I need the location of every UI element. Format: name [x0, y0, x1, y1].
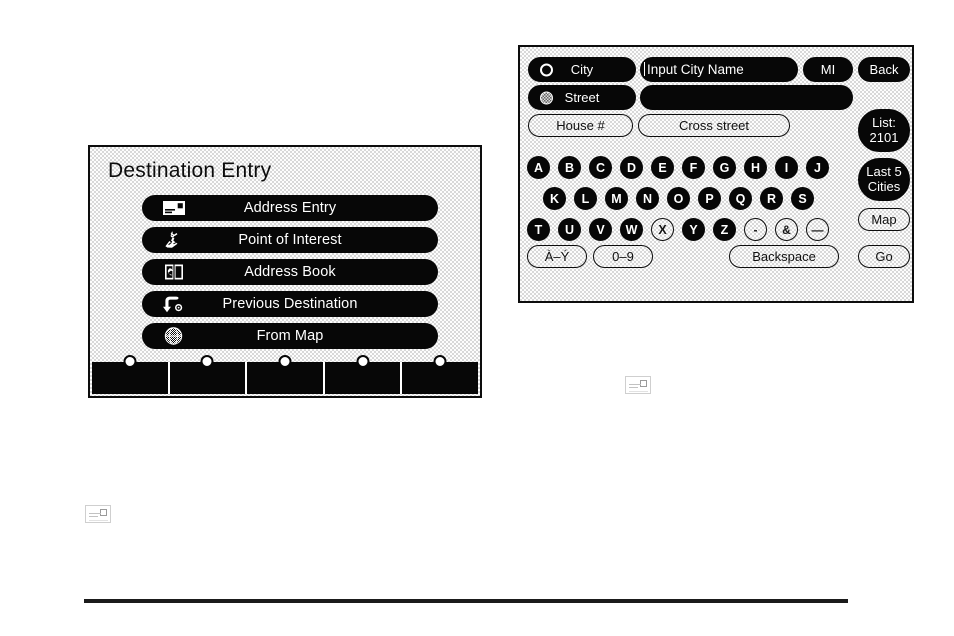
page-title: Destination Entry — [108, 159, 272, 182]
destination-entry-screen: Destination Entry Address Entry Point of… — [88, 145, 482, 398]
key-r[interactable]: R — [760, 187, 783, 210]
backspace-label: Backspace — [752, 248, 816, 264]
footer-divider — [84, 599, 848, 603]
hard-key-knob-icon — [433, 355, 447, 368]
city-selector-button[interactable]: City — [528, 57, 636, 82]
key-i[interactable]: I — [775, 156, 798, 179]
statue-of-liberty-icon — [162, 230, 186, 250]
globe-icon — [162, 326, 186, 346]
backspace-button[interactable]: Backspace — [729, 245, 839, 268]
key-ampersand[interactable]: & — [775, 218, 798, 241]
envelope-stamp-icon — [640, 379, 647, 387]
key-j[interactable]: J — [806, 156, 829, 179]
key-d[interactable]: D — [620, 156, 643, 179]
key-v[interactable]: V — [589, 218, 612, 241]
city-name-input[interactable]: Input City Name — [640, 57, 798, 82]
hard-key-3[interactable] — [247, 355, 325, 394]
go-button[interactable]: Go — [858, 245, 910, 268]
envelope-stamp-icon — [100, 508, 107, 516]
key-hyphen[interactable]: - — [744, 218, 767, 241]
list-count-button[interactable]: List: 2101 — [858, 109, 910, 152]
hard-key-knob-icon — [356, 355, 370, 368]
list-count: 2101 — [869, 129, 899, 145]
last-5-line2: Cities — [867, 178, 901, 194]
numeric-button[interactable]: 0–9 — [593, 245, 653, 268]
street-selector-button[interactable]: Street — [528, 85, 636, 110]
text-caret — [644, 61, 645, 76]
city-entry-keyboard-screen: City Input City Name MI Back Street Hous… — [518, 45, 914, 303]
key-p[interactable]: P — [698, 187, 721, 210]
map-label: Map — [871, 211, 897, 227]
hard-key-knob-icon — [278, 355, 292, 368]
last-5-line1: Last 5 — [866, 163, 902, 179]
envelope-marker-left-icon — [85, 505, 111, 523]
last-5-cities-button[interactable]: Last 5 Cities — [858, 158, 910, 201]
key-k[interactable]: K — [543, 187, 566, 210]
key-t[interactable]: T — [527, 218, 550, 241]
hard-key-bar — [92, 355, 478, 394]
cross-street-button[interactable]: Cross street — [638, 114, 790, 137]
city-selector-label: City — [570, 61, 594, 77]
key-c[interactable]: C — [589, 156, 612, 179]
key-s[interactable]: S — [791, 187, 814, 210]
go-label: Go — [875, 248, 893, 264]
menu-item-from-map[interactable]: From Map — [142, 323, 438, 349]
menu-item-label: Previous Destination — [222, 296, 358, 312]
cross-street-label: Cross street — [678, 117, 750, 133]
back-button[interactable]: Back — [858, 57, 910, 82]
menu-item-address-entry[interactable]: Address Entry — [142, 195, 438, 221]
key-x[interactable]: X — [651, 218, 674, 241]
radio-selected-icon — [540, 91, 553, 104]
accent-characters-button[interactable]: À–Ý — [527, 245, 587, 268]
key-f[interactable]: F — [682, 156, 705, 179]
envelope-card-icon — [162, 198, 186, 218]
hard-key-knob-icon — [200, 355, 214, 368]
key-m[interactable]: M — [605, 187, 628, 210]
menu-item-label: Address Entry — [243, 200, 337, 216]
list-label: List: — [872, 114, 896, 130]
street-selector-label: Street — [564, 89, 600, 105]
menu-item-point-of-interest[interactable]: Point of Interest — [142, 227, 438, 253]
map-button[interactable]: Map — [858, 208, 910, 231]
street-name-input[interactable] — [640, 85, 853, 110]
accent-label: À–Ý — [544, 248, 570, 264]
key-space-dash[interactable]: — — [806, 218, 829, 241]
hard-key-knob-icon — [123, 355, 137, 368]
hard-key-2[interactable] — [170, 355, 248, 394]
back-label: Back — [869, 61, 899, 77]
key-o[interactable]: O — [667, 187, 690, 210]
house-number-label: House # — [556, 117, 605, 133]
hard-key-4[interactable] — [325, 355, 403, 394]
destination-menu-list: Address Entry Point of Interest Address … — [142, 195, 438, 349]
menu-item-label: Address Book — [244, 264, 336, 280]
key-n[interactable]: N — [636, 187, 659, 210]
key-z[interactable]: Z — [713, 218, 736, 241]
city-name-value: Input City Name — [647, 61, 744, 77]
key-w[interactable]: W — [620, 218, 643, 241]
radio-unselected-icon — [540, 63, 553, 76]
house-number-button[interactable]: House # — [528, 114, 633, 137]
menu-item-label: From Map — [256, 328, 324, 344]
key-g[interactable]: G — [713, 156, 736, 179]
menu-item-address-book[interactable]: Address Book — [142, 259, 438, 285]
key-u[interactable]: U — [558, 218, 581, 241]
key-h[interactable]: H — [744, 156, 767, 179]
return-arrow-icon — [162, 294, 186, 314]
key-q[interactable]: Q — [729, 187, 752, 210]
key-a[interactable]: A — [527, 156, 550, 179]
key-b[interactable]: B — [558, 156, 581, 179]
state-button[interactable]: MI — [803, 57, 853, 82]
menu-item-label: Point of Interest — [238, 232, 342, 248]
envelope-marker-center-icon — [625, 376, 651, 394]
hard-key-1[interactable] — [92, 355, 170, 394]
menu-item-previous-destination[interactable]: Previous Destination — [142, 291, 438, 317]
key-l[interactable]: L — [574, 187, 597, 210]
numeric-label: 0–9 — [612, 248, 634, 264]
open-book-icon — [162, 262, 186, 282]
hard-key-5[interactable] — [402, 355, 478, 394]
key-e[interactable]: E — [651, 156, 674, 179]
key-y[interactable]: Y — [682, 218, 705, 241]
state-label: MI — [820, 61, 836, 77]
